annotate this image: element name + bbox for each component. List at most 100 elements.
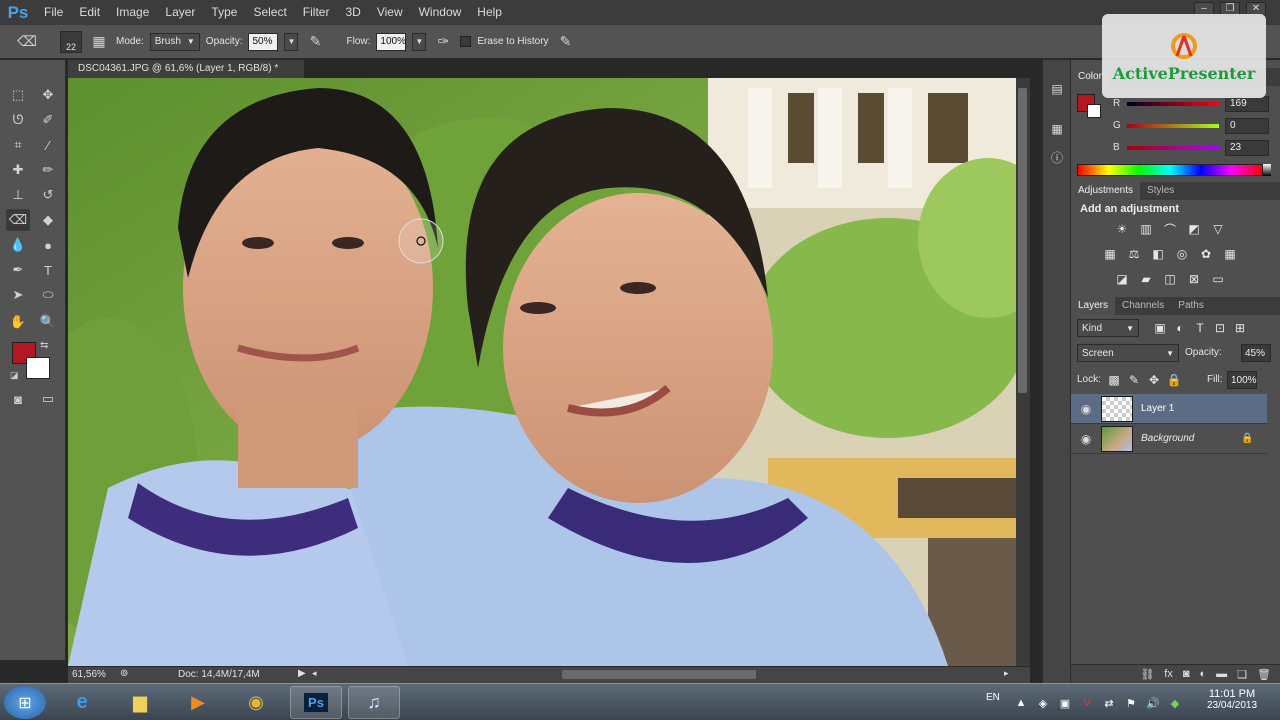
- layer-name[interactable]: Background: [1141, 433, 1241, 444]
- menu-edit[interactable]: Edit: [71, 0, 108, 25]
- levels-icon[interactable]: ▥: [1137, 221, 1155, 237]
- filter-pixel-icon[interactable]: ▣: [1151, 320, 1169, 336]
- brightness-contrast-icon[interactable]: ☀: [1113, 221, 1131, 237]
- green-value-field[interactable]: 0: [1225, 118, 1269, 134]
- properties-panel-icon[interactable]: ▦: [1047, 120, 1067, 138]
- hand-tool-icon[interactable]: ✋: [6, 311, 30, 333]
- menu-layer[interactable]: Layer: [157, 0, 203, 25]
- blue-value-field[interactable]: 23: [1225, 140, 1269, 156]
- filter-shape-icon[interactable]: ⊡: [1211, 320, 1229, 336]
- tray-expand-icon[interactable]: ▲: [1014, 696, 1028, 710]
- blend-mode-dropdown[interactable]: Screen ▼: [1077, 344, 1179, 362]
- dodge-tool-icon[interactable]: ●: [36, 234, 60, 256]
- layer-name[interactable]: Layer 1: [1141, 403, 1174, 414]
- layer-row-background[interactable]: ◉ Background 🔒: [1071, 424, 1267, 454]
- menu-type[interactable]: Type: [203, 0, 245, 25]
- bw-ramp[interactable]: [1263, 164, 1271, 176]
- visibility-eye-icon[interactable]: ◉: [1071, 432, 1101, 446]
- fill-field[interactable]: 100%: [1227, 371, 1257, 389]
- menu-help[interactable]: Help: [469, 0, 510, 25]
- selective-color-icon[interactable]: ⊠: [1185, 271, 1203, 287]
- menu-view[interactable]: View: [369, 0, 411, 25]
- invert-icon[interactable]: ◪: [1113, 271, 1131, 287]
- new-group-icon[interactable]: ▬: [1216, 668, 1227, 680]
- filter-smart-object-icon[interactable]: ⊞: [1231, 320, 1249, 336]
- history-panel-icon[interactable]: ▤: [1047, 80, 1067, 98]
- tab-paths[interactable]: Paths: [1171, 297, 1211, 315]
- swap-colors-icon[interactable]: ⇆: [40, 340, 48, 351]
- menu-3d[interactable]: 3D: [337, 0, 368, 25]
- eyedropper-tool-icon[interactable]: ⁄: [36, 134, 60, 156]
- clone-stamp-tool-icon[interactable]: ⊥: [6, 184, 30, 206]
- status-info-icon[interactable]: ⊚: [120, 668, 128, 679]
- opacity-slider-toggle[interactable]: ▼: [284, 32, 299, 51]
- filter-adjustment-icon[interactable]: ◐: [1171, 320, 1189, 336]
- layer-row-layer-1[interactable]: ◉ Layer 1: [1071, 394, 1267, 424]
- scroll-left-icon[interactable]: ◂: [312, 668, 317, 679]
- new-adjustment-layer-icon[interactable]: ◐: [1200, 668, 1207, 680]
- internet-explorer-icon[interactable]: e: [56, 686, 108, 719]
- color-lookup-icon[interactable]: ▦: [1221, 246, 1239, 262]
- paint-bucket-tool-icon[interactable]: ◆: [36, 209, 60, 231]
- zoom-tool-icon[interactable]: 🔍: [36, 311, 60, 333]
- marquee-tool-icon[interactable]: ⬚: [6, 84, 30, 106]
- gradient-map-icon[interactable]: ▭: [1209, 271, 1227, 287]
- document-canvas[interactable]: [68, 78, 1016, 666]
- tray-action-center-icon[interactable]: ⚑: [1124, 696, 1138, 710]
- threshold-icon[interactable]: ◫: [1161, 271, 1179, 287]
- menu-image[interactable]: Image: [108, 0, 157, 25]
- path-selection-tool-icon[interactable]: ➤: [6, 284, 30, 306]
- hue-saturation-icon[interactable]: ▦: [1101, 246, 1119, 262]
- color-balance-icon[interactable]: ⚖: [1125, 246, 1143, 262]
- tab-channels[interactable]: Channels: [1115, 297, 1171, 315]
- layer-filter-kind-dropdown[interactable]: Kind ▼: [1077, 319, 1139, 337]
- chrome-icon[interactable]: ◉: [230, 686, 282, 719]
- language-indicator[interactable]: EN: [986, 692, 1000, 703]
- background-color-swatch[interactable]: [26, 357, 50, 379]
- scroll-right-icon[interactable]: ▸: [1004, 668, 1009, 679]
- photoshop-logo[interactable]: Ps: [0, 0, 36, 25]
- status-menu-arrow-icon[interactable]: ▶: [298, 668, 306, 679]
- crop-tool-icon[interactable]: ⌗: [6, 134, 30, 156]
- add-mask-icon[interactable]: ◙: [1183, 668, 1190, 680]
- photo-filter-icon[interactable]: ◎: [1173, 246, 1191, 262]
- default-colors-icon[interactable]: ◪: [10, 370, 19, 381]
- red-value-field[interactable]: 169: [1225, 96, 1269, 112]
- move-tool-icon[interactable]: ✥: [36, 84, 60, 106]
- tab-adjustments[interactable]: Adjustments: [1071, 182, 1141, 200]
- color-spectrum-ramp[interactable]: [1077, 164, 1263, 176]
- visibility-eye-icon[interactable]: ◉: [1071, 402, 1101, 416]
- black-white-icon[interactable]: ◧: [1149, 246, 1167, 262]
- brush-tool-icon[interactable]: ✏: [36, 159, 60, 181]
- mode-dropdown[interactable]: Brush ▼: [149, 32, 200, 51]
- volume-icon[interactable]: 🔊: [1146, 696, 1160, 710]
- zoom-level[interactable]: 61,56%: [72, 669, 106, 680]
- photoshop-taskbar-icon[interactable]: Ps: [290, 686, 342, 719]
- pen-tool-icon[interactable]: ✒: [6, 259, 30, 281]
- horizontal-scroll-thumb[interactable]: [562, 670, 756, 679]
- document-tab[interactable]: DSC04361.JPG @ 61,6% (Layer 1, RGB/8) *: [68, 60, 304, 78]
- pressure-size-icon[interactable]: ✎: [555, 31, 577, 53]
- menu-filter[interactable]: Filter: [295, 0, 338, 25]
- tray-antivirus-icon[interactable]: V: [1080, 696, 1094, 710]
- screen-mode-icon[interactable]: ▭: [36, 388, 60, 410]
- ellipse-tool-icon[interactable]: ⬭: [36, 284, 60, 306]
- info-panel-icon[interactable]: ⓘ: [1047, 148, 1067, 166]
- lock-position-icon[interactable]: ✥: [1145, 372, 1163, 388]
- link-layers-icon[interactable]: ⛓: [1140, 668, 1154, 681]
- tray-network-icon[interactable]: ⇄: [1102, 696, 1116, 710]
- vertical-scroll-thumb[interactable]: [1018, 88, 1027, 393]
- vertical-scrollbar[interactable]: [1016, 78, 1030, 666]
- green-slider[interactable]: [1127, 124, 1219, 128]
- filter-type-icon[interactable]: T: [1191, 320, 1209, 336]
- opacity-field[interactable]: 50%: [248, 32, 279, 51]
- channel-mixer-icon[interactable]: ✿: [1197, 246, 1215, 262]
- tab-layers[interactable]: Layers: [1071, 297, 1116, 315]
- brush-size-picker[interactable]: 22: [60, 30, 82, 53]
- eraser-tool-preset-icon[interactable]: ⌫: [16, 31, 38, 53]
- pressure-opacity-icon[interactable]: ✎: [304, 31, 326, 53]
- itunes-icon[interactable]: ♫: [348, 686, 400, 719]
- vibrance-icon[interactable]: ▽: [1209, 221, 1227, 237]
- color-bg-swatch[interactable]: [1087, 104, 1101, 118]
- red-slider[interactable]: [1127, 102, 1219, 106]
